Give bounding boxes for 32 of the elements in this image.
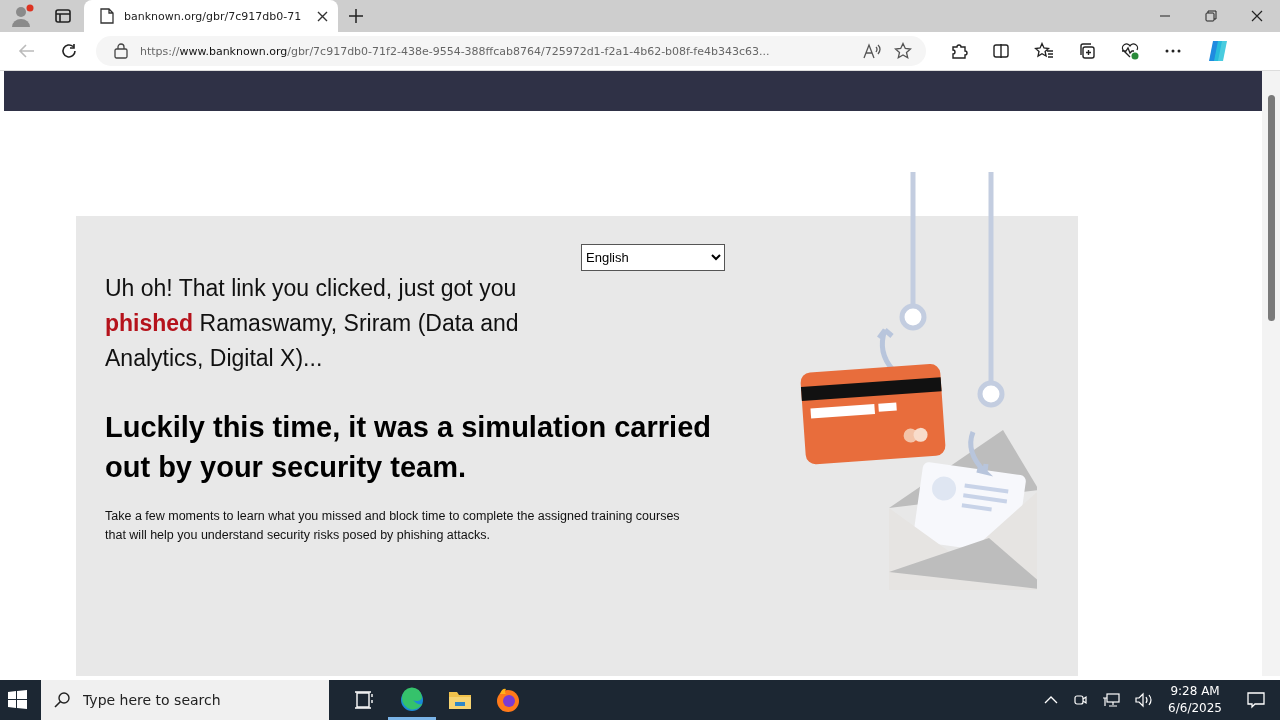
health-icon[interactable] [1120,42,1140,60]
scrollbar[interactable] [1262,71,1280,676]
star-icon[interactable] [894,42,912,60]
split-screen-icon[interactable] [992,42,1010,60]
language-select[interactable]: English [581,244,725,271]
profile-icon[interactable] [10,3,36,29]
collections-icon[interactable] [1078,42,1096,60]
tab-actions-icon[interactable] [54,7,72,25]
read-aloud-icon[interactable] [862,42,882,60]
search-input[interactable]: Type here to search [81,691,317,709]
volume-icon[interactable] [1134,692,1155,708]
taskbar-search-field[interactable]: Type here to search [41,680,329,720]
search-icon [53,691,71,709]
clock-time[interactable]: 9:28 AM [1170,683,1220,700]
close-icon[interactable] [317,10,329,22]
headline: Luckily this time, it was a simulation carried out by your security team. [105,410,712,485]
restore-icon[interactable] [1205,10,1217,22]
puzzle-icon[interactable] [950,42,968,60]
body-text: Take a few moments to learn what you missed and block time to complete the assigned training courses that will help you understand security risks posed by phishing attacks. [105,508,681,544]
phished-message: Uh oh! That link you clicked, just got you phished Ramaswamy, Sriram (Data and Analytics, Digital X)... [105,274,520,373]
close-icon[interactable] [1251,10,1263,22]
browser-tab[interactable]: banknown.org/gbr/7c917db0-71 [84,0,339,32]
address-field[interactable]: https://www.banknown.org/gbr/7c917db0-71f2-438e-9554-388ffcab8764/725972d1-f2a1-4b62-b08f-fe4b343c63... [96,36,926,66]
new-tab-icon[interactable] [348,8,365,24]
refresh-icon[interactable] [60,42,78,60]
lock-icon [114,43,128,59]
chevron-up-icon[interactable] [1044,695,1059,705]
notifications-icon[interactable] [1246,690,1266,710]
favorites-icon[interactable] [1034,42,1054,60]
page-icon [100,8,114,24]
network-icon[interactable] [1102,692,1121,708]
clock-date[interactable]: 6/6/2025 [1168,700,1222,717]
